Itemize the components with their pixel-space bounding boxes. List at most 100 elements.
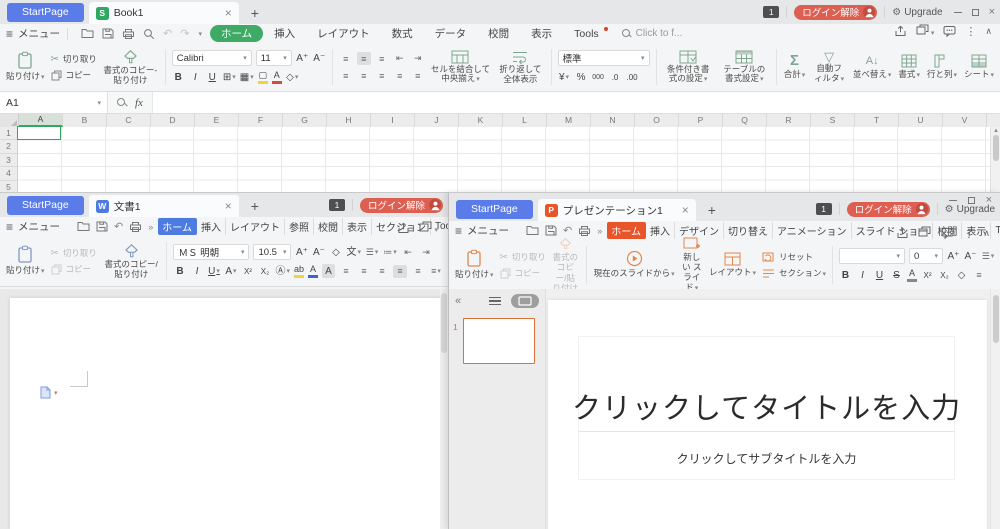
- print-icon[interactable]: [122, 28, 135, 40]
- ss-task-badge[interactable]: 1: [763, 6, 779, 18]
- slide-canvas[interactable]: クリックしてタイトルを入力 クリックしてサブタイトルを入力: [548, 300, 987, 529]
- selected-cell-a1[interactable]: [17, 126, 61, 140]
- slide-thumbnail[interactable]: [463, 318, 535, 364]
- column-header[interactable]: I: [371, 114, 415, 127]
- more-tools-chevrons-icon[interactable]: »: [597, 226, 602, 236]
- increase-font-icon[interactable]: A⁺: [295, 245, 308, 259]
- comment-icon[interactable]: [943, 25, 956, 37]
- pp-menu-item[interactable]: ホーム: [607, 222, 646, 239]
- collapse-ribbon-icon[interactable]: ∧: [985, 26, 992, 37]
- increase-decimal-icon[interactable]: .0: [609, 70, 622, 84]
- row-header[interactable]: 4: [0, 167, 17, 180]
- decrease-indent-icon[interactable]: ⇤: [401, 246, 415, 259]
- percent-style-icon[interactable]: %: [575, 70, 588, 84]
- decrease-decimal-icon[interactable]: .00: [626, 70, 639, 84]
- superscript-icon[interactable]: X²: [921, 268, 934, 282]
- column-header[interactable]: J: [415, 114, 459, 127]
- wr-task-badge[interactable]: 1: [329, 199, 345, 211]
- column-header[interactable]: R: [767, 114, 811, 127]
- justify-icon[interactable]: ≡: [393, 265, 407, 278]
- ss-document-tab[interactable]: S Book1 ×: [89, 2, 239, 24]
- ss-logout-button[interactable]: ログイン解除: [794, 5, 877, 20]
- wr-font-name-select[interactable]: ＭＳ 明朝▾: [173, 244, 249, 260]
- ss-startpage-tab[interactable]: StartPage: [7, 3, 84, 22]
- column-header[interactable]: L: [503, 114, 547, 127]
- bold-button[interactable]: B: [839, 268, 852, 282]
- wr-menu-item[interactable]: ホーム: [158, 218, 197, 235]
- justify-icon[interactable]: ≡: [393, 69, 407, 82]
- pp-copy-button[interactable]: コピー: [500, 267, 546, 279]
- column-header[interactable]: P: [679, 114, 723, 127]
- save-icon[interactable]: [96, 221, 108, 232]
- wr-menu-item[interactable]: 挿入: [197, 218, 226, 235]
- section-button[interactable]: セクション▾: [762, 267, 826, 279]
- wr-scroll-thumb[interactable]: [441, 293, 447, 353]
- font-color-button[interactable]: A: [308, 265, 318, 278]
- bold-button[interactable]: B: [173, 264, 186, 278]
- name-box-dropdown-icon[interactable]: ▾: [97, 99, 101, 107]
- ss-copy-button[interactable]: コピー: [51, 69, 97, 81]
- open-icon[interactable]: [77, 221, 90, 232]
- page-widget[interactable]: ▾: [40, 386, 58, 399]
- align-left-icon[interactable]: ≡: [339, 265, 353, 278]
- ss-font-size-select[interactable]: 11▾: [256, 50, 292, 66]
- pp-startpage-tab[interactable]: StartPage: [456, 200, 533, 219]
- maximize-icon[interactable]: [968, 197, 975, 204]
- ss-new-tab-button[interactable]: +: [251, 5, 259, 21]
- italic-button[interactable]: I: [856, 268, 869, 282]
- subscript-icon[interactable]: X₂: [938, 268, 951, 282]
- align-right-icon[interactable]: ≡: [375, 265, 389, 278]
- italic-button[interactable]: I: [190, 264, 203, 278]
- wr-page[interactable]: ▾: [10, 298, 444, 529]
- play-from-current-button[interactable]: 現在のスライドから▾: [591, 242, 678, 288]
- print-icon[interactable]: [129, 221, 142, 233]
- column-header[interactable]: T: [855, 114, 899, 127]
- save-icon[interactable]: [545, 225, 557, 236]
- font-color-button[interactable]: A: [907, 269, 917, 282]
- ss-scroll-thumb[interactable]: [993, 135, 999, 161]
- strike-button[interactable]: A▾: [224, 264, 237, 278]
- pp-cut-button[interactable]: ✂切り取り: [500, 251, 546, 263]
- switch-window-icon[interactable]: ▾: [419, 221, 438, 235]
- pp-menu-button[interactable]: メニュー: [467, 223, 509, 238]
- close-icon[interactable]: ×: [986, 195, 992, 206]
- number-format-select[interactable]: 標準▾: [558, 50, 650, 66]
- wr-menu-button[interactable]: メニュー: [18, 219, 60, 234]
- rows-cols-button[interactable]: 行と列▾: [924, 45, 960, 89]
- pp-tab-close-icon[interactable]: ×: [682, 203, 689, 217]
- distribute-icon[interactable]: ≡: [411, 69, 425, 82]
- sum-button[interactable]: Σ 合計▾: [781, 45, 809, 89]
- align-center-icon[interactable]: ≡: [357, 69, 371, 82]
- wr-startpage-tab[interactable]: StartPage: [7, 196, 84, 215]
- wr-new-tab-button[interactable]: +: [251, 198, 259, 214]
- wr-paste-button[interactable]: 貼り付け▾: [3, 238, 48, 284]
- underline-button[interactable]: U: [206, 70, 219, 84]
- ss-merge-cells-button[interactable]: セルを結合して中央揃え▾: [428, 45, 493, 89]
- decrease-font-icon[interactable]: A⁻: [964, 249, 977, 263]
- ss-menu-item[interactable]: 校閲: [477, 25, 520, 42]
- increase-font-icon[interactable]: A⁺: [947, 249, 960, 263]
- scroll-up-icon[interactable]: ▲: [993, 128, 999, 134]
- phonetic-guide-icon[interactable]: 文▾: [346, 245, 361, 259]
- pp-logout-button[interactable]: ログイン解除: [847, 202, 930, 217]
- pp-new-tab-button[interactable]: +: [708, 202, 716, 218]
- redo-icon[interactable]: ↷: [180, 27, 189, 40]
- outline-view-icon[interactable]: [489, 297, 501, 305]
- pp-font-name-select[interactable]: ▾: [839, 248, 905, 264]
- column-header[interactable]: O: [635, 114, 679, 127]
- open-icon[interactable]: [526, 225, 539, 236]
- ss-upgrade-button[interactable]: ⚙ Upgrade: [892, 7, 942, 18]
- pp-menu-item[interactable]: アニメーション: [773, 222, 852, 239]
- wr-menu-item[interactable]: 表示: [343, 218, 372, 235]
- highlight-color-button[interactable]: ab: [294, 265, 304, 278]
- align-top-icon[interactable]: ≡: [339, 52, 353, 65]
- numbered-list-icon[interactable]: ≔▾: [383, 246, 397, 259]
- formula-input[interactable]: [153, 92, 1000, 113]
- pp-document-tab[interactable]: P プレゼンテーション1 ×: [538, 199, 696, 221]
- collapse-ribbon-icon[interactable]: ∧: [983, 228, 990, 239]
- fill-color-button[interactable]: ▢: [258, 71, 268, 84]
- strikethrough-button[interactable]: S: [890, 268, 903, 282]
- column-header[interactable]: N: [591, 114, 635, 127]
- pp-menu-item[interactable]: Tools: [991, 224, 1000, 237]
- underline-button[interactable]: U▾: [207, 264, 220, 278]
